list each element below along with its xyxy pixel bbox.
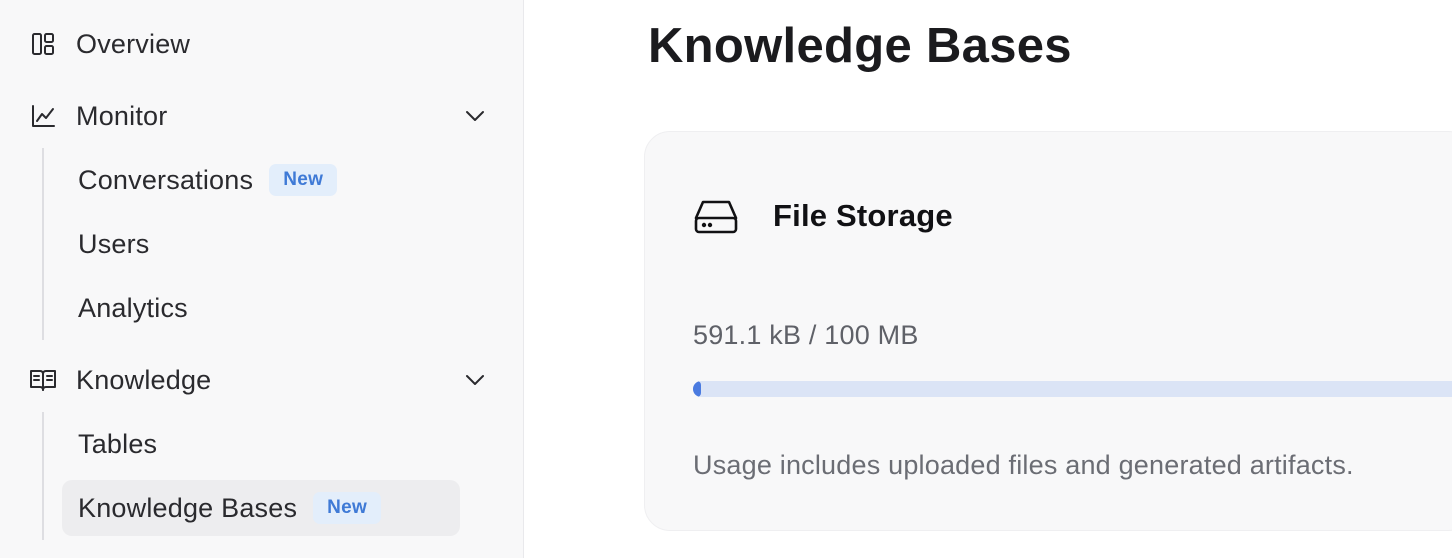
card-title: File Storage — [773, 198, 953, 233]
subtree-divider — [42, 148, 44, 340]
line-chart-icon — [28, 101, 58, 131]
sidebar-item-label: Tables — [78, 428, 158, 459]
sidebar-item-overview[interactable]: Overview — [28, 22, 487, 66]
sidebar-item-label: Knowledge — [76, 364, 212, 395]
sidebar-item-analytics[interactable]: Analytics — [62, 280, 188, 336]
new-badge: New — [269, 164, 338, 196]
sidebar-item-label: Monitor — [76, 100, 168, 131]
sidebar-item-conversations[interactable]: Conversations New — [62, 152, 338, 208]
sidebar-item-label: Knowledge Bases — [78, 492, 298, 523]
storage-progress-bar — [693, 381, 1452, 397]
storage-note: Usage includes uploaded files and genera… — [693, 450, 1354, 480]
new-badge: New — [313, 492, 382, 524]
sidebar-item-knowledge[interactable]: Knowledge — [28, 358, 487, 402]
page-title: Knowledge Bases — [648, 19, 1072, 73]
chevron-down-icon[interactable] — [463, 368, 487, 392]
sidebar-item-label: Users — [78, 228, 150, 259]
sidebar-item-monitor[interactable]: Monitor — [28, 94, 487, 138]
sidebar-item-label: Overview — [76, 28, 191, 59]
sidebar-item-label: Conversations — [78, 164, 254, 195]
subtree-divider — [42, 412, 44, 540]
storage-progress-fill — [693, 381, 701, 397]
chevron-down-icon[interactable] — [463, 104, 487, 128]
sidebar: Overview Monitor Conversations New Users… — [0, 0, 524, 558]
book-open-icon — [28, 365, 58, 395]
sidebar-item-users[interactable]: Users — [62, 216, 150, 272]
layout-icon — [28, 29, 58, 59]
hard-drive-icon — [693, 194, 741, 238]
sidebar-item-knowledge-bases[interactable]: Knowledge Bases New — [62, 480, 460, 536]
card-header: File Storage — [693, 194, 953, 238]
sidebar-item-label: Analytics — [78, 292, 188, 323]
sidebar-item-tables[interactable]: Tables — [62, 416, 157, 472]
storage-usage-text: 591.1 kB / 100 MB — [693, 320, 919, 350]
file-storage-card: File Storage 591.1 kB / 100 MB Usage inc… — [644, 131, 1452, 531]
